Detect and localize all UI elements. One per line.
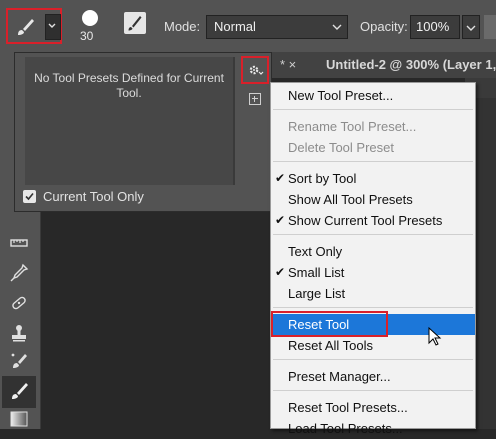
menu-separator — [273, 307, 473, 308]
menu-item-reset-tool-presets[interactable]: Reset Tool Presets... — [271, 397, 475, 418]
annotation-highlight-box — [271, 311, 388, 337]
opacity-input[interactable]: 100% — [410, 15, 460, 39]
gradient-icon[interactable] — [8, 408, 30, 430]
mode-label: Mode: — [164, 19, 201, 34]
chevron-down-icon — [331, 16, 343, 38]
mouse-cursor-icon — [428, 327, 442, 346]
menu-separator — [273, 359, 473, 360]
menu-item-small-list[interactable]: ✔ Small List — [271, 262, 475, 283]
menu-item-large-list[interactable]: Large List — [271, 283, 475, 304]
brush-tool-icon[interactable] — [8, 380, 30, 402]
menu-item-show-current-tool-presets[interactable]: ✔ Show Current Tool Presets — [271, 210, 475, 231]
document-tab[interactable]: * × Untitled-2 @ 300% (Layer 1, — [270, 52, 496, 78]
presets-panel-menu: New Tool Preset... Rename Tool Preset...… — [270, 82, 476, 436]
checkmark-icon: ✔ — [275, 213, 286, 227]
checkmark-icon: ✔ — [275, 265, 286, 279]
brush-icon — [18, 19, 34, 35]
tool-preset-picker-button[interactable] — [6, 8, 62, 44]
eyedropper-icon[interactable] — [8, 262, 30, 284]
menu-separator — [273, 234, 473, 235]
menu-separator — [273, 109, 473, 110]
history-brush-icon[interactable] — [8, 350, 30, 372]
menu-item-show-all-tool-presets[interactable]: Show All Tool Presets — [271, 189, 475, 210]
menu-item-preset-manager[interactable]: Preset Manager... — [271, 366, 475, 387]
menu-item-new-tool-preset[interactable]: New Tool Preset... — [271, 85, 475, 106]
current-tool-only-label: Current Tool Only — [43, 189, 144, 204]
options-bar: 30 Mode: Normal Opacity: 100% — [0, 0, 496, 53]
canvas-edge — [473, 98, 496, 429]
menu-separator — [273, 390, 473, 391]
brush-size-value: 30 — [80, 29, 94, 43]
opacity-label: Opacity: — [360, 19, 408, 34]
menu-item-sort-by-tool[interactable]: ✔ Sort by Tool — [271, 168, 475, 189]
panel-menu-button[interactable] — [241, 56, 269, 84]
document-title: Untitled-2 @ 300% (Layer 1, — [326, 57, 496, 72]
gear-icon — [249, 65, 264, 75]
current-tool-only-checkbox[interactable] — [23, 190, 36, 203]
healing-brush-icon[interactable] — [8, 292, 30, 314]
menu-separator — [273, 161, 473, 162]
menu-item-text-only[interactable]: Text Only — [271, 241, 475, 262]
brush-settings-panel-icon[interactable] — [124, 12, 146, 34]
mode-value: Normal — [214, 19, 256, 34]
menu-item-rename-tool-preset[interactable]: Rename Tool Preset... — [271, 116, 475, 137]
previous-tab-close[interactable]: * × — [280, 52, 296, 78]
brush-size-preview[interactable] — [82, 10, 98, 26]
presets-list: No Tool Presets Defined for Current Tool… — [25, 57, 235, 185]
opacity-slider-toggle[interactable] — [462, 15, 480, 39]
checkmark-icon: ✔ — [275, 171, 286, 185]
menu-item-delete-tool-preset[interactable]: Delete Tool Preset — [271, 137, 475, 158]
presets-empty-message: No Tool Presets Defined for Current Tool… — [34, 71, 224, 100]
mode-select[interactable]: Normal — [206, 15, 348, 39]
pressure-opacity-button[interactable] — [484, 15, 496, 39]
new-preset-icon[interactable] — [249, 93, 261, 105]
ruler-icon[interactable] — [8, 232, 30, 254]
chevron-down-icon[interactable] — [45, 14, 61, 40]
menu-item-reset-all-tools[interactable]: Reset All Tools — [271, 335, 475, 356]
tool-presets-panel: No Tool Presets Defined for Current Tool… — [14, 52, 272, 212]
stamp-icon[interactable] — [8, 322, 30, 344]
